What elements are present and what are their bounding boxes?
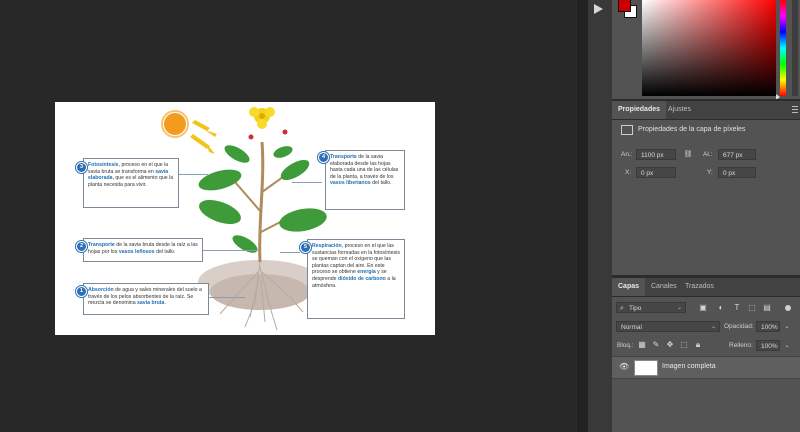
layer-row[interactable]: 👁︎ Imagen completa bbox=[612, 356, 800, 379]
x-field[interactable]: 0 px bbox=[636, 167, 676, 178]
blend-mode-select[interactable]: Normal ⌄ bbox=[616, 321, 720, 332]
callout-number: 2 bbox=[76, 241, 87, 252]
callout-number: 3 bbox=[76, 162, 87, 173]
callout-number: 4 bbox=[318, 152, 329, 163]
fill-label: Relleno: bbox=[729, 342, 753, 349]
tab-channels[interactable]: Canales bbox=[645, 278, 683, 296]
chevron-down-icon[interactable]: ⌄ bbox=[782, 322, 792, 332]
properties-section-title: Propiedades de la capa de píxeles bbox=[638, 126, 746, 133]
flower bbox=[249, 107, 275, 129]
tab-adjustments[interactable]: Ajustes bbox=[662, 101, 697, 119]
chevron-down-icon: ⌄ bbox=[676, 305, 682, 311]
panel-menu-icon[interactable] bbox=[792, 106, 798, 107]
tab-properties[interactable]: Propiedades bbox=[612, 101, 667, 119]
lock-position-icon[interactable]: ✥ bbox=[665, 340, 675, 350]
lock-transparent-icon[interactable]: ▦ bbox=[637, 340, 647, 350]
link-icon[interactable]: ⛓ bbox=[683, 150, 693, 160]
pixel-layer-icon bbox=[621, 125, 633, 135]
stem bbox=[258, 141, 265, 263]
filter-adjustment-icon[interactable]: ◐ bbox=[716, 303, 726, 313]
callout-transport-elaborated: Transporte de la savia elaborada desde l… bbox=[325, 150, 405, 210]
width-label: An.: bbox=[621, 151, 633, 158]
visibility-eye-icon[interactable]: 👁︎ bbox=[619, 362, 629, 371]
document-image[interactable]: Fotosíntesis, proceso en el que la savia… bbox=[55, 102, 435, 335]
opacity-field[interactable]: 100% bbox=[756, 321, 780, 332]
callout-number: 1 bbox=[76, 286, 87, 297]
tab-paths[interactable]: Trazados bbox=[679, 278, 720, 296]
tab-layers[interactable]: Capas bbox=[612, 278, 646, 296]
filter-toggle[interactable] bbox=[785, 305, 791, 311]
fill-field[interactable]: 100% bbox=[756, 340, 780, 351]
panel-toolbar bbox=[588, 0, 613, 432]
sun bbox=[161, 110, 189, 138]
foreground-color-swatch[interactable] bbox=[618, 0, 631, 12]
filter-shape-icon[interactable]: ⬚ bbox=[747, 303, 757, 313]
lock-image-icon[interactable]: ✎ bbox=[651, 340, 661, 350]
callout-number: 5 bbox=[300, 242, 311, 253]
filter-smart-object-icon[interactable]: ▤ bbox=[762, 303, 772, 313]
height-field[interactable]: 677 px bbox=[718, 149, 756, 160]
filter-pixel-icon[interactable]: ▣ bbox=[698, 303, 708, 313]
layer-filter-select[interactable]: ⌕ Tipo ⌄ bbox=[616, 302, 686, 313]
color-panel-scrollbar[interactable] bbox=[792, 0, 798, 96]
opacity-label: Opacidad: bbox=[724, 323, 754, 330]
y-label: Y: bbox=[707, 169, 713, 176]
chevron-down-icon[interactable]: ⌄ bbox=[782, 341, 792, 351]
search-icon: ⌕ bbox=[620, 305, 624, 312]
properties-tabbar: Propiedades Ajustes bbox=[612, 101, 800, 120]
color-picker-field[interactable] bbox=[642, 0, 776, 96]
callout-respiration: Respiración, proceso en el que las susta… bbox=[307, 239, 405, 319]
layer-thumbnail bbox=[634, 360, 658, 376]
hue-slider[interactable] bbox=[780, 0, 786, 96]
lock-artboard-icon[interactable]: ⬚ bbox=[679, 340, 689, 350]
callout-transport-raw: Transporte de la savia bruta desde la ra… bbox=[83, 238, 203, 262]
layer-name[interactable]: Imagen completa bbox=[662, 363, 716, 370]
filter-type-icon[interactable]: T bbox=[732, 303, 742, 313]
soil-shadow bbox=[210, 274, 310, 310]
callout-absorption: Absorción de agua y sales minerales del … bbox=[83, 283, 209, 315]
x-label: X: bbox=[625, 169, 632, 176]
lock-all-icon[interactable]: 🔒︎ bbox=[693, 340, 703, 350]
width-field[interactable]: 1100 px bbox=[636, 149, 676, 160]
height-label: Al.: bbox=[703, 151, 713, 158]
callout-photosynthesis: Fotosíntesis, proceso en el que la savia… bbox=[83, 158, 179, 208]
chevron-down-icon: ⌄ bbox=[710, 324, 716, 330]
sun-arrows bbox=[190, 120, 217, 154]
play-icon[interactable] bbox=[594, 4, 603, 14]
y-field[interactable]: 0 px bbox=[718, 167, 756, 178]
layers-tabbar: Capas Canales Trazados bbox=[612, 278, 800, 297]
lock-label: Bloq.: bbox=[617, 342, 634, 349]
